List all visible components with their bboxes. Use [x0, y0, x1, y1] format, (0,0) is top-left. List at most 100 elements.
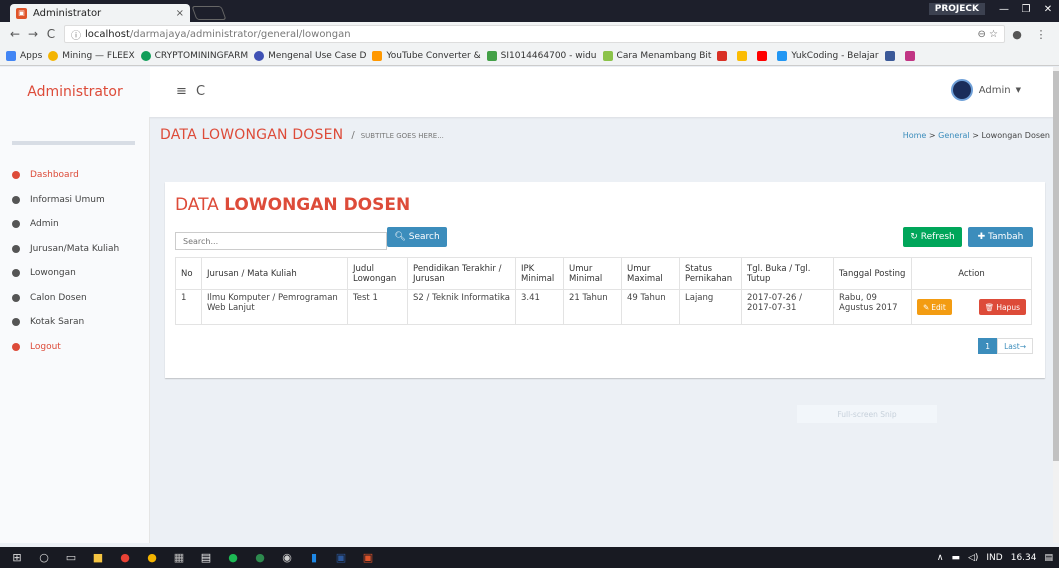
bookmark-item[interactable]: Cara Menambang Bit	[602, 50, 711, 61]
add-button[interactable]: ✚ Tambah	[968, 227, 1033, 247]
refresh-button[interactable]: ↻ Refresh	[903, 227, 962, 247]
task-view-icon[interactable]: ▭	[60, 551, 82, 565]
xampp-icon[interactable]: ▣	[357, 551, 379, 565]
search-input[interactable]	[175, 232, 387, 250]
sidebar-divider	[12, 141, 135, 145]
delete-button[interactable]: 🗑︎ Hapus	[978, 299, 1026, 315]
brand-logo[interactable]: Administrator	[0, 67, 150, 117]
forward-icon[interactable]: →	[24, 27, 42, 41]
bookmark-item[interactable]: YukCoding - Belajar	[777, 50, 879, 61]
bookmark-item[interactable]: Apps	[6, 50, 42, 61]
network-icon[interactable]: ▬	[951, 553, 960, 563]
drive-icon	[737, 50, 748, 61]
menu-icon[interactable]: ⋮	[1029, 28, 1053, 41]
circle-icon	[12, 318, 20, 327]
page-last-button[interactable]: Last→	[997, 338, 1033, 354]
refresh-page-icon[interactable]: C	[196, 84, 205, 99]
lowongan-table: No Jurusan / Mata Kuliah Judul Lowongan …	[175, 257, 1032, 325]
circle-icon	[12, 244, 20, 253]
app-icon[interactable]: ▮	[303, 551, 325, 565]
cell-umur-min: 21 Tahun	[563, 289, 622, 325]
bookmarks-bar: Apps Mining — FLEEX CRYPTOMININGFARM Men…	[0, 46, 1059, 66]
user-menu[interactable]: Admin ▼	[950, 79, 1021, 101]
bookmark-item[interactable]: CRYPTOMININGFARM	[140, 50, 248, 61]
tab-close-icon[interactable]: ×	[176, 8, 184, 19]
volume-icon[interactable]: ◁)	[968, 553, 978, 563]
bookmark-item[interactable]: SI1014464700 - widu	[486, 50, 597, 61]
file-explorer-icon[interactable]: ■	[87, 551, 109, 565]
hamburger-icon[interactable]: ≡	[176, 84, 187, 99]
bookmark-icon	[486, 50, 497, 61]
caret-down-icon: ▼	[1015, 86, 1021, 94]
col-jurusan: Jurusan / Mata Kuliah	[201, 257, 348, 290]
bookmark-item[interactable]	[757, 50, 771, 61]
word-icon[interactable]: ▣	[330, 551, 352, 565]
breadcrumb-general[interactable]: General	[938, 131, 970, 140]
new-tab-button[interactable]	[191, 6, 227, 20]
instagram-icon	[904, 50, 915, 61]
snip-overlay: Full-screen Snip	[797, 405, 937, 423]
bookmark-item[interactable]	[884, 50, 899, 61]
page-scrollbar[interactable]	[1053, 67, 1059, 543]
gmail-icon	[717, 50, 728, 61]
close-window-icon[interactable]: ✕	[1037, 4, 1059, 15]
restore-icon[interactable]: ❐	[1015, 4, 1037, 15]
bookmark-item[interactable]	[737, 50, 751, 61]
page-1-button[interactable]: 1	[978, 338, 998, 354]
youtube-icon	[757, 50, 768, 61]
sidebar-item-admin[interactable]: Admin	[0, 212, 149, 237]
url-host: localhost	[85, 28, 130, 40]
col-pendidikan: Pendidikan Terakhir / Jurusan	[407, 257, 516, 290]
sidebar-item-informasi-umum[interactable]: Informasi Umum	[0, 188, 149, 213]
circle-icon	[12, 342, 20, 351]
zoom-icon[interactable]: ⊖ ☆	[977, 29, 998, 40]
sidebar-item-calon-dosen[interactable]: Calon Dosen	[0, 286, 149, 311]
bookmark-item[interactable]	[717, 50, 731, 61]
sidebar-item-dashboard[interactable]: Dashboard	[0, 163, 149, 188]
app-icon[interactable]: ●	[249, 551, 271, 565]
bookmark-item[interactable]	[904, 50, 919, 61]
bookmark-icon	[372, 50, 383, 61]
trash-icon: 🗑︎	[984, 302, 995, 312]
clock[interactable]: 16.34	[1011, 553, 1037, 563]
circle-icon	[12, 293, 20, 302]
calculator-icon[interactable]: ▦	[168, 551, 190, 565]
sidebar-item-lowongan[interactable]: Lowongan	[0, 261, 149, 286]
sidebar-item-jurusan[interactable]: Jurusan/Mata Kuliah	[0, 237, 149, 262]
chrome-icon[interactable]: ●	[114, 551, 136, 565]
minimize-icon[interactable]: —	[993, 4, 1015, 15]
notification-icon[interactable]: ▤	[1044, 553, 1053, 563]
breadcrumb-home[interactable]: Home	[903, 131, 927, 140]
scrollbar-thumb[interactable]	[1053, 71, 1059, 461]
url-input[interactable]: ⓘ localhost /darmajaya/administrator/gen…	[64, 25, 1005, 43]
col-no: No	[175, 257, 202, 290]
language-indicator[interactable]: IND	[986, 553, 1002, 563]
search-icon: 🔍︎	[394, 232, 406, 242]
back-icon[interactable]: ←	[6, 27, 24, 41]
col-umur-max: Umur Maximal	[621, 257, 680, 290]
extension-icon[interactable]: ●	[1005, 28, 1029, 41]
notepad-icon[interactable]: ▤	[195, 551, 217, 565]
spotify-icon[interactable]: ●	[222, 551, 244, 565]
action-group: ✎ Edit 🗑︎ Hapus	[917, 293, 1026, 315]
cell-pendidikan: S2 / Teknik Informatika	[407, 289, 516, 325]
bookmark-icon	[602, 50, 613, 61]
sidebar-item-logout[interactable]: Logout	[0, 335, 149, 360]
windows-start-icon[interactable]: ⊞	[6, 551, 28, 565]
bookmark-item[interactable]: YouTube Converter &	[372, 50, 481, 61]
profile-badge[interactable]: PROJECK	[928, 3, 985, 15]
sidebar-item-kotak-saran[interactable]: Kotak Saran	[0, 310, 149, 335]
window-controls: PROJECK — ❐ ✕	[928, 0, 1059, 18]
search-icon[interactable]: ○	[33, 551, 55, 565]
bookmark-icon	[777, 50, 788, 61]
chevron-up-icon[interactable]: ∧	[937, 553, 944, 563]
bookmark-item[interactable]: Mengenal Use Case D	[254, 50, 366, 61]
reload-icon[interactable]: C	[42, 27, 60, 41]
chrome-canary-icon[interactable]: ●	[141, 551, 163, 565]
bookmark-item[interactable]: Mining — FLEEX	[48, 50, 135, 61]
browser-tab[interactable]: ▣ Administrator ×	[10, 4, 190, 22]
app-icon[interactable]: ◉	[276, 551, 298, 565]
edit-button[interactable]: ✎ Edit	[917, 299, 952, 315]
info-icon[interactable]: ⓘ	[71, 27, 81, 42]
search-button[interactable]: 🔍︎ Search	[387, 227, 447, 247]
